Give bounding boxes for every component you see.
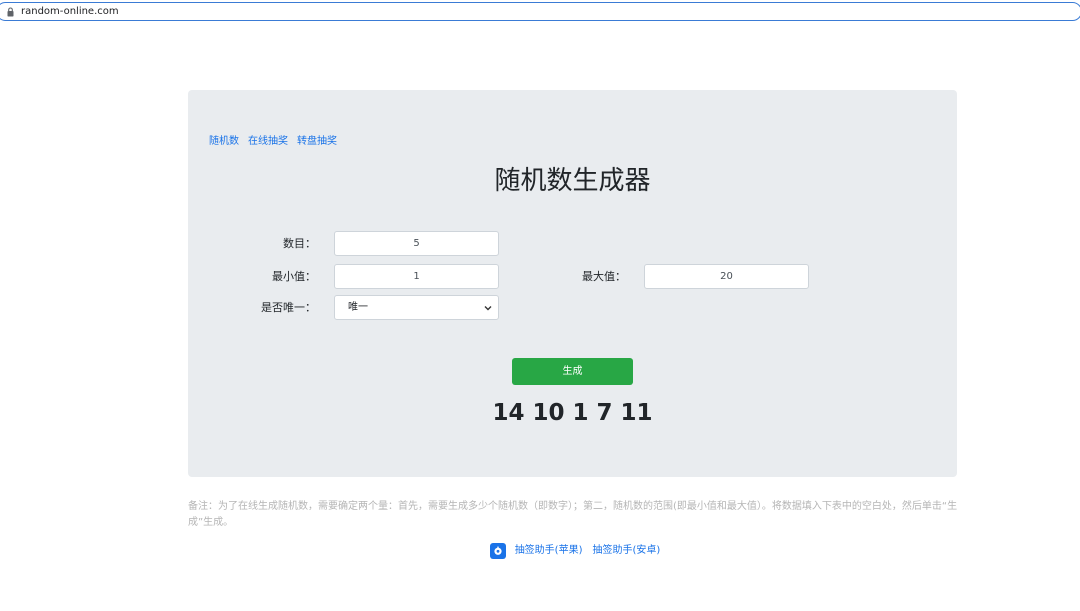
nav-link-wheel-lottery[interactable]: 转盘抽奖 — [297, 135, 337, 149]
nav-link-random-number[interactable]: 随机数 — [209, 135, 239, 149]
link-apple-helper[interactable]: 抽签助手(苹果) — [515, 544, 583, 558]
count-input[interactable] — [334, 231, 499, 256]
top-nav: 随机数 在线抽奖 转盘抽奖 — [209, 135, 337, 149]
page-title: 随机数生成器 — [494, 166, 651, 196]
generator-panel: 随机数 在线抽奖 转盘抽奖 随机数生成器 数目： 最小值： 最大值： 是否唯一：… — [188, 90, 957, 477]
lock-icon — [7, 7, 14, 17]
unique-select-value: 唯一 — [348, 302, 368, 313]
link-android-helper[interactable]: 抽签助手(安卓) — [593, 544, 661, 558]
unique-label: 是否唯一： — [261, 301, 316, 314]
min-input[interactable] — [334, 264, 499, 289]
footer-links: 抽签助手(苹果) 抽签助手(安卓) — [0, 542, 1080, 560]
address-bar[interactable]: random-online.com — [0, 2, 1080, 21]
app-glyph-icon — [494, 546, 502, 555]
url-text: random-online.com — [21, 6, 119, 17]
note-text: 备注：为了在线生成随机数，需要确定两个量：首先，需要生成多少个随机数（即数字）；… — [188, 501, 958, 528]
max-label: 最大值： — [582, 270, 626, 283]
count-label: 数目： — [283, 237, 316, 250]
nav-link-online-lottery[interactable]: 在线抽奖 — [248, 135, 288, 149]
result-numbers: 14 10 1 7 11 — [492, 400, 653, 426]
generate-button[interactable]: 生成 — [512, 358, 633, 385]
chevron-down-icon — [484, 306, 492, 311]
unique-select[interactable]: 唯一 — [334, 295, 499, 320]
max-input[interactable] — [644, 264, 809, 289]
min-label: 最小值： — [272, 270, 316, 283]
app-icon[interactable] — [489, 543, 506, 559]
